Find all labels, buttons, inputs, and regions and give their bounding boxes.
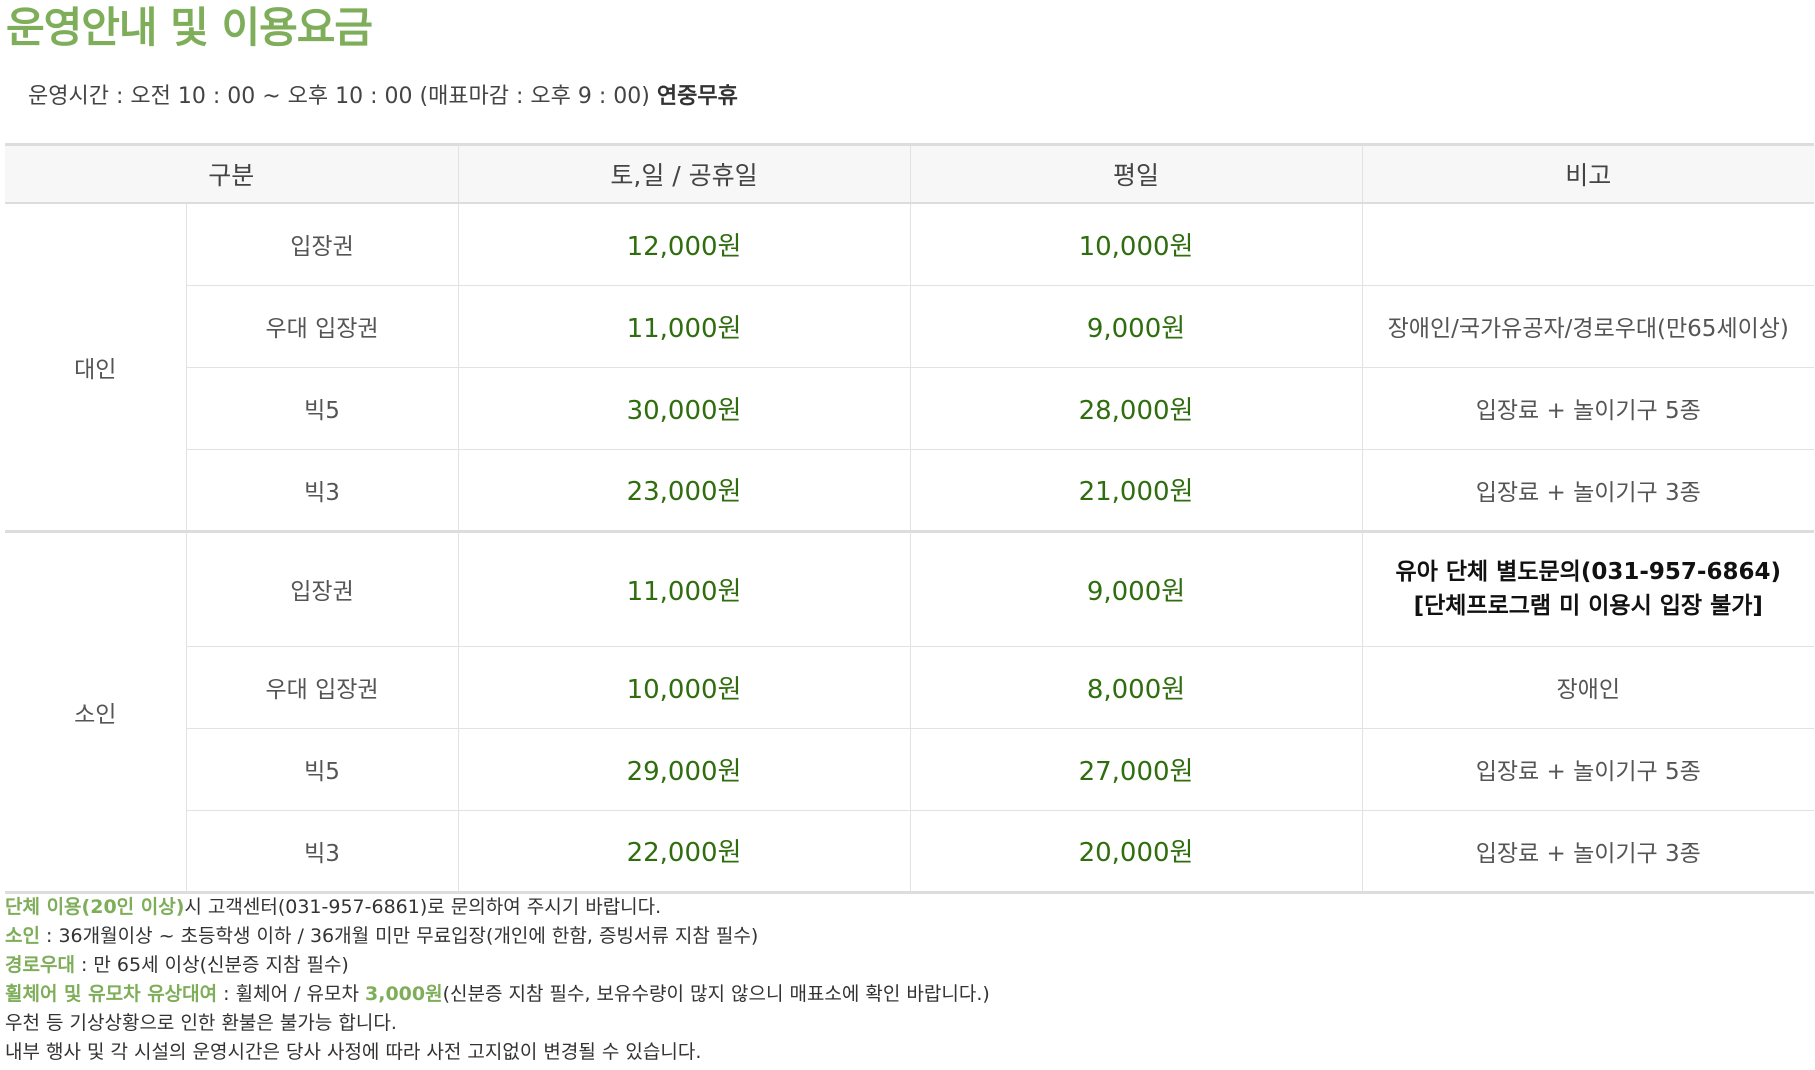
ticket-note: 장애인/국가유공자/경로우대(만65세이상) bbox=[1361, 285, 1815, 368]
weekday-price: 21,000원 bbox=[909, 449, 1363, 533]
weekday-price: 9,000원 bbox=[909, 531, 1363, 647]
notes-section: 단체 이용(20인 이상)시 고객센터(031-957-6861)로 문의하여 … bbox=[5, 893, 990, 1067]
note-child: 소인 : 36개월이상 ~ 초등학생 이하 / 36개월 미만 무료입장(개인에… bbox=[5, 922, 990, 951]
operating-hours: 운영시간 : 오전 10 : 00 ~ 오후 10 : 00 (매표마감 : 오… bbox=[28, 80, 738, 114]
weekend-price: 11,000원 bbox=[457, 531, 911, 647]
ticket-note: 입장료 + 놀이기구 5종 bbox=[1361, 728, 1815, 811]
group-program-note: [단체프로그램 미 이용시 입장 불가] bbox=[1413, 593, 1763, 619]
table-header-row: 구분 토,일 / 공휴일 평일 비고 bbox=[5, 143, 1815, 204]
note-child-label: 소인 bbox=[5, 925, 40, 947]
note-rental-price: 3,000원 bbox=[365, 983, 443, 1005]
note-refund: 우천 등 기상상황으로 인한 환불은 불가능 합니다. bbox=[5, 1012, 397, 1034]
header-weekday: 평일 bbox=[909, 143, 1363, 204]
table-row: 빅5 29,000원 27,000원 입장료 + 놀이기구 5종 bbox=[5, 728, 1815, 811]
note-rental-text: : 휠체어 / 유모차 bbox=[217, 983, 366, 1005]
header-weekend: 토,일 / 공휴일 bbox=[457, 143, 911, 204]
weekend-price: 29,000원 bbox=[457, 728, 911, 811]
weekday-price: 27,000원 bbox=[909, 728, 1363, 811]
weekend-price: 12,000원 bbox=[457, 203, 911, 286]
table-row: 소인 입장권 11,000원 9,000원 유아 단체 별도문의(031-957… bbox=[5, 531, 1815, 894]
ticket-note: 입장료 + 놀이기구 3종 bbox=[1361, 810, 1815, 894]
weekend-price: 22,000원 bbox=[457, 810, 911, 894]
table-row: 우대 입장권 10,000원 8,000원 장애인 bbox=[5, 646, 1815, 729]
note-rental-detail: (신분증 지참 필수, 보유수량이 많지 않으니 매표소에 확인 바랍니다.) bbox=[442, 983, 990, 1005]
ticket-type: 빅3 bbox=[185, 449, 459, 533]
note-rental: 휠체어 및 유모차 유상대여 : 휠체어 / 유모차 3,000원(신분증 지참… bbox=[5, 980, 990, 1009]
hours-text: 운영시간 : 오전 10 : 00 ~ 오후 10 : 00 (매표마감 : 오… bbox=[28, 84, 650, 109]
header-note: 비고 bbox=[1361, 143, 1815, 204]
table-row: 우대 입장권 11,000원 9,000원 장애인/국가유공자/경로우대(만65… bbox=[5, 285, 1815, 368]
page: 운영안내 및 이용요금 운영시간 : 오전 10 : 00 ~ 오후 10 : … bbox=[0, 0, 1815, 1070]
ticket-type: 우대 입장권 bbox=[185, 646, 459, 729]
weekday-price: 20,000원 bbox=[909, 810, 1363, 894]
table-row: 대인 입장권 12,000원 10,000원 bbox=[5, 203, 1815, 533]
ticket-note: 입장료 + 놀이기구 3종 bbox=[1361, 449, 1815, 533]
note-senior-text: : 만 65세 이상(신분증 지참 필수) bbox=[74, 954, 349, 976]
group-adult: 대인 bbox=[5, 203, 186, 533]
table-row: 빅3 23,000원 21,000원 입장료 + 놀이기구 3종 bbox=[5, 449, 1815, 533]
ticket-note: 유아 단체 별도문의(031-957-6864) [단체프로그램 미 이용시 입… bbox=[1361, 531, 1815, 647]
note-rental-label: 휠체어 및 유모차 유상대여 bbox=[5, 983, 218, 1005]
page-title: 운영안내 및 이용요금 bbox=[6, 3, 373, 52]
note-schedule: 내부 행사 및 각 시설의 운영시간은 당사 사정에 따라 사전 고지없이 변경… bbox=[5, 1041, 702, 1063]
weekday-price: 10,000원 bbox=[909, 203, 1363, 286]
header-category: 구분 bbox=[5, 143, 459, 204]
weekend-price: 10,000원 bbox=[457, 646, 911, 729]
group-inquiry-note: 유아 단체 별도문의(031-957-6864) bbox=[1395, 559, 1781, 585]
note-senior-label: 경로우대 bbox=[5, 954, 75, 976]
weekend-price: 11,000원 bbox=[457, 285, 911, 368]
note-senior: 경로우대 : 만 65세 이상(신분증 지참 필수) bbox=[5, 951, 990, 980]
table-row: 빅3 22,000원 20,000원 입장료 + 놀이기구 3종 bbox=[5, 810, 1815, 894]
weekend-price: 30,000원 bbox=[457, 367, 911, 450]
ticket-note: 입장료 + 놀이기구 5종 bbox=[1361, 367, 1815, 450]
note-group-label: 단체 이용(20인 이상) bbox=[5, 896, 185, 918]
hours-closed-note: 연중무휴 bbox=[656, 84, 738, 109]
group-child: 소인 bbox=[5, 531, 186, 894]
weekday-price: 8,000원 bbox=[909, 646, 1363, 729]
note-group-text: 시 고객센터(031-957-6861)로 문의하여 주시기 바랍니다. bbox=[184, 896, 662, 918]
ticket-type: 빅5 bbox=[185, 367, 459, 450]
ticket-type: 입장권 bbox=[185, 531, 459, 647]
ticket-note: 장애인 bbox=[1361, 646, 1815, 729]
weekday-price: 9,000원 bbox=[909, 285, 1363, 368]
note-group: 단체 이용(20인 이상)시 고객센터(031-957-6861)로 문의하여 … bbox=[5, 893, 990, 922]
ticket-note bbox=[1361, 203, 1815, 286]
price-table: 구분 토,일 / 공휴일 평일 비고 대인 입장권 12,000원 10,000… bbox=[5, 143, 1815, 894]
table-row: 빅5 30,000원 28,000원 입장료 + 놀이기구 5종 bbox=[5, 367, 1815, 450]
ticket-type: 빅5 bbox=[185, 728, 459, 811]
weekend-price: 23,000원 bbox=[457, 449, 911, 533]
note-child-text: : 36개월이상 ~ 초등학생 이하 / 36개월 미만 무료입장(개인에 한함… bbox=[39, 925, 759, 947]
weekday-price: 28,000원 bbox=[909, 367, 1363, 450]
ticket-type: 빅3 bbox=[185, 810, 459, 894]
ticket-type: 우대 입장권 bbox=[185, 285, 459, 368]
ticket-type: 입장권 bbox=[185, 203, 459, 286]
